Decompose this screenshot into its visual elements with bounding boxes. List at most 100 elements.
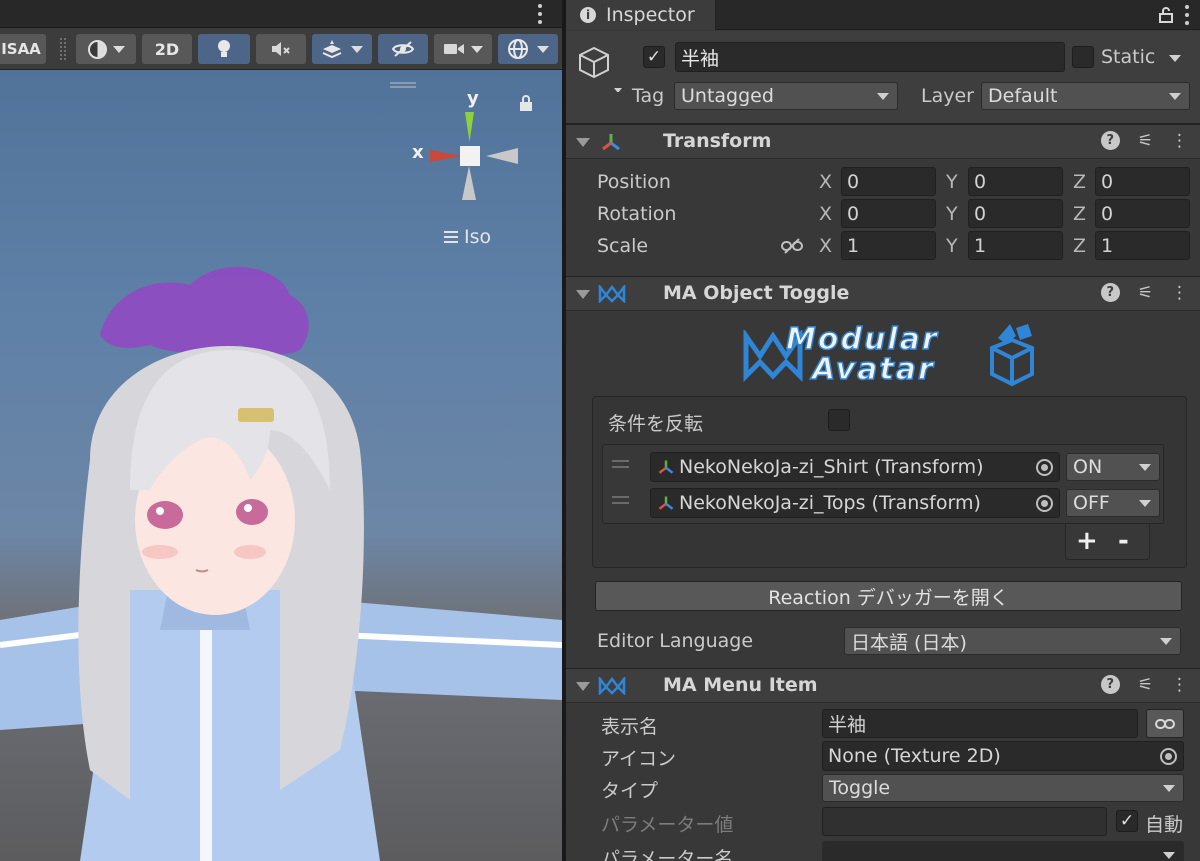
msaa-button[interactable]: ISAA	[0, 34, 46, 64]
display-name-field[interactable]: 半袖	[822, 709, 1138, 738]
constrain-proportions-icon[interactable]	[781, 238, 803, 254]
inspector-tab-bar: i Inspector	[566, 0, 1200, 30]
info-icon: i	[580, 7, 596, 23]
state-dropdown-tops[interactable]: OFF	[1066, 489, 1160, 517]
position-z-field[interactable]: 0	[1095, 167, 1190, 196]
position-z-axis[interactable]: Z	[1073, 171, 1086, 193]
position-y-axis[interactable]: Y	[946, 171, 958, 193]
help-icon[interactable]: ?	[1100, 283, 1120, 302]
add-entry-button[interactable]: +	[1076, 526, 1098, 556]
state-dropdown-shirt[interactable]: ON	[1066, 453, 1160, 481]
preset-sliders-icon[interactable]: ⚟	[1138, 675, 1153, 695]
object-field-shirt[interactable]: NekoNekoJa-zi_Shirt (Transform)	[650, 452, 1060, 482]
tag-value: Untagged	[681, 85, 774, 107]
rotation-x-field[interactable]: 0	[841, 199, 936, 228]
transform-body: Position X 0 Y 0 Z 0 Rotation X 0 Y 0 Z …	[566, 160, 1200, 276]
effects-dropdown[interactable]	[312, 34, 372, 64]
remove-entry-button[interactable]: -	[1118, 526, 1129, 556]
static-checkbox[interactable]	[1072, 46, 1094, 68]
scene-toolbar: ISAA 2D	[0, 28, 562, 70]
component-menu-icon[interactable]: ⋮	[1171, 131, 1188, 151]
object-field-tops[interactable]: NekoNekoJa-zi_Tops (Transform)	[650, 488, 1060, 518]
position-y-field[interactable]: 0	[968, 167, 1063, 196]
state-dropdown-shirt-value: ON	[1073, 456, 1103, 478]
scene-visibility-toggle[interactable]	[378, 34, 428, 64]
layer-value: Default	[988, 85, 1058, 107]
gizmos-dropdown[interactable]	[498, 34, 558, 64]
type-dropdown[interactable]: Toggle	[822, 774, 1184, 802]
auto-checkbox[interactable]: ✓	[1116, 810, 1138, 832]
logo-box-icon	[990, 324, 1034, 387]
menu-item-header[interactable]: MA Menu Item ? ⚟ ⋮	[566, 668, 1200, 703]
layer-dropdown[interactable]: Default	[981, 82, 1190, 110]
transform-header[interactable]: Transform ? ⚟ ⋮	[566, 124, 1200, 159]
object-field-shirt-text: NekoNekoJa-zi_Shirt (Transform)	[679, 456, 984, 478]
preset-sliders-icon[interactable]: ⚟	[1138, 283, 1153, 303]
invert-condition-checkbox[interactable]	[828, 409, 850, 431]
rotation-y-axis[interactable]: Y	[946, 203, 958, 225]
object-list: NekoNekoJa-zi_Shirt (Transform) ON NekoN…	[602, 444, 1164, 524]
gizmo-neg-y-cone	[462, 166, 476, 200]
camera-dropdown[interactable]	[434, 34, 492, 64]
help-icon[interactable]: ?	[1100, 131, 1120, 150]
position-x-field[interactable]: 0	[841, 167, 936, 196]
component-menu-icon[interactable]: ⋮	[1171, 675, 1188, 695]
foldout-arrow-icon[interactable]	[576, 682, 590, 691]
orientation-gizmo[interactable]: y x	[390, 80, 540, 220]
drag-handle-icon[interactable]	[612, 496, 629, 504]
object-toggle-header[interactable]: MA Object Toggle ? ⚟ ⋮	[566, 276, 1200, 311]
rotation-z-axis[interactable]: Z	[1073, 203, 1086, 225]
preset-sliders-icon[interactable]: ⚟	[1138, 131, 1153, 151]
gizmo-center	[460, 146, 480, 166]
avatar-model[interactable]	[0, 240, 562, 861]
state-dropdown-tops-value: OFF	[1073, 492, 1110, 514]
static-dropdown-arrow[interactable]	[1169, 55, 1181, 62]
gizmo-drag-handle[interactable]	[390, 82, 416, 88]
modular-avatar-icon	[598, 285, 626, 303]
more-menu-icon[interactable]	[536, 4, 544, 24]
tab-inspector[interactable]: i Inspector	[566, 0, 716, 30]
invert-condition-label: 条件を反転	[608, 413, 704, 435]
rotation-y-field[interactable]: 0	[968, 199, 1063, 228]
param-value-field[interactable]	[822, 807, 1107, 836]
tag-dropdown[interactable]: Untagged	[674, 82, 898, 110]
audio-toggle[interactable]	[256, 34, 306, 64]
scene-view[interactable]: ISAA 2D y x Iso	[0, 0, 562, 861]
scale-y-axis[interactable]: Y	[946, 235, 958, 257]
object-picker-icon[interactable]	[1036, 459, 1053, 476]
draw-mode-dropdown[interactable]	[76, 34, 136, 64]
active-checkbox[interactable]: ✓	[643, 46, 665, 68]
component-menu-icon[interactable]: ⋮	[1171, 283, 1188, 303]
more-menu-icon[interactable]	[1184, 5, 1190, 25]
mode-2d-button[interactable]: 2D	[142, 34, 192, 64]
param-name-dropdown[interactable]	[822, 841, 1184, 861]
scale-y-field[interactable]: 1	[968, 231, 1063, 260]
link-button[interactable]	[1146, 709, 1184, 738]
object-name-field[interactable]: 半袖	[675, 42, 1065, 72]
lock-icon[interactable]	[1159, 6, 1173, 23]
foldout-arrow-icon[interactable]	[576, 138, 590, 147]
help-icon[interactable]: ?	[1100, 675, 1120, 694]
drag-handle-icon[interactable]	[612, 460, 629, 468]
scale-x-field[interactable]: 1	[841, 231, 936, 260]
chevron-down-icon	[877, 93, 889, 100]
scale-x-axis[interactable]: X	[819, 235, 832, 257]
position-x-axis[interactable]: X	[819, 171, 832, 193]
object-picker-icon[interactable]	[1160, 748, 1177, 765]
scale-z-field[interactable]: 1	[1095, 231, 1190, 260]
icon-label: アイコン	[601, 748, 677, 770]
foldout-arrow-icon[interactable]	[576, 290, 590, 299]
lighting-toggle[interactable]	[198, 34, 250, 64]
editor-language-dropdown[interactable]: 日本語 (日本)	[844, 627, 1181, 655]
editor-language-value: 日本語 (日本)	[851, 631, 967, 654]
scale-z-axis[interactable]: Z	[1073, 235, 1086, 257]
layer-label: Layer	[921, 85, 974, 107]
gameobject-header: ✓ 半袖 Static Tag Untagged Layer Default	[566, 31, 1200, 124]
rotation-x-axis[interactable]: X	[819, 203, 832, 225]
rotation-z-field[interactable]: 0	[1095, 199, 1190, 228]
object-picker-icon[interactable]	[1036, 495, 1053, 512]
reaction-debugger-button[interactable]: Reaction デバッガーを開く	[595, 581, 1182, 611]
gameobject-cube-icon[interactable]	[578, 44, 622, 92]
chevron-down-icon	[471, 45, 483, 53]
icon-field[interactable]: None (Texture 2D)	[822, 741, 1184, 771]
